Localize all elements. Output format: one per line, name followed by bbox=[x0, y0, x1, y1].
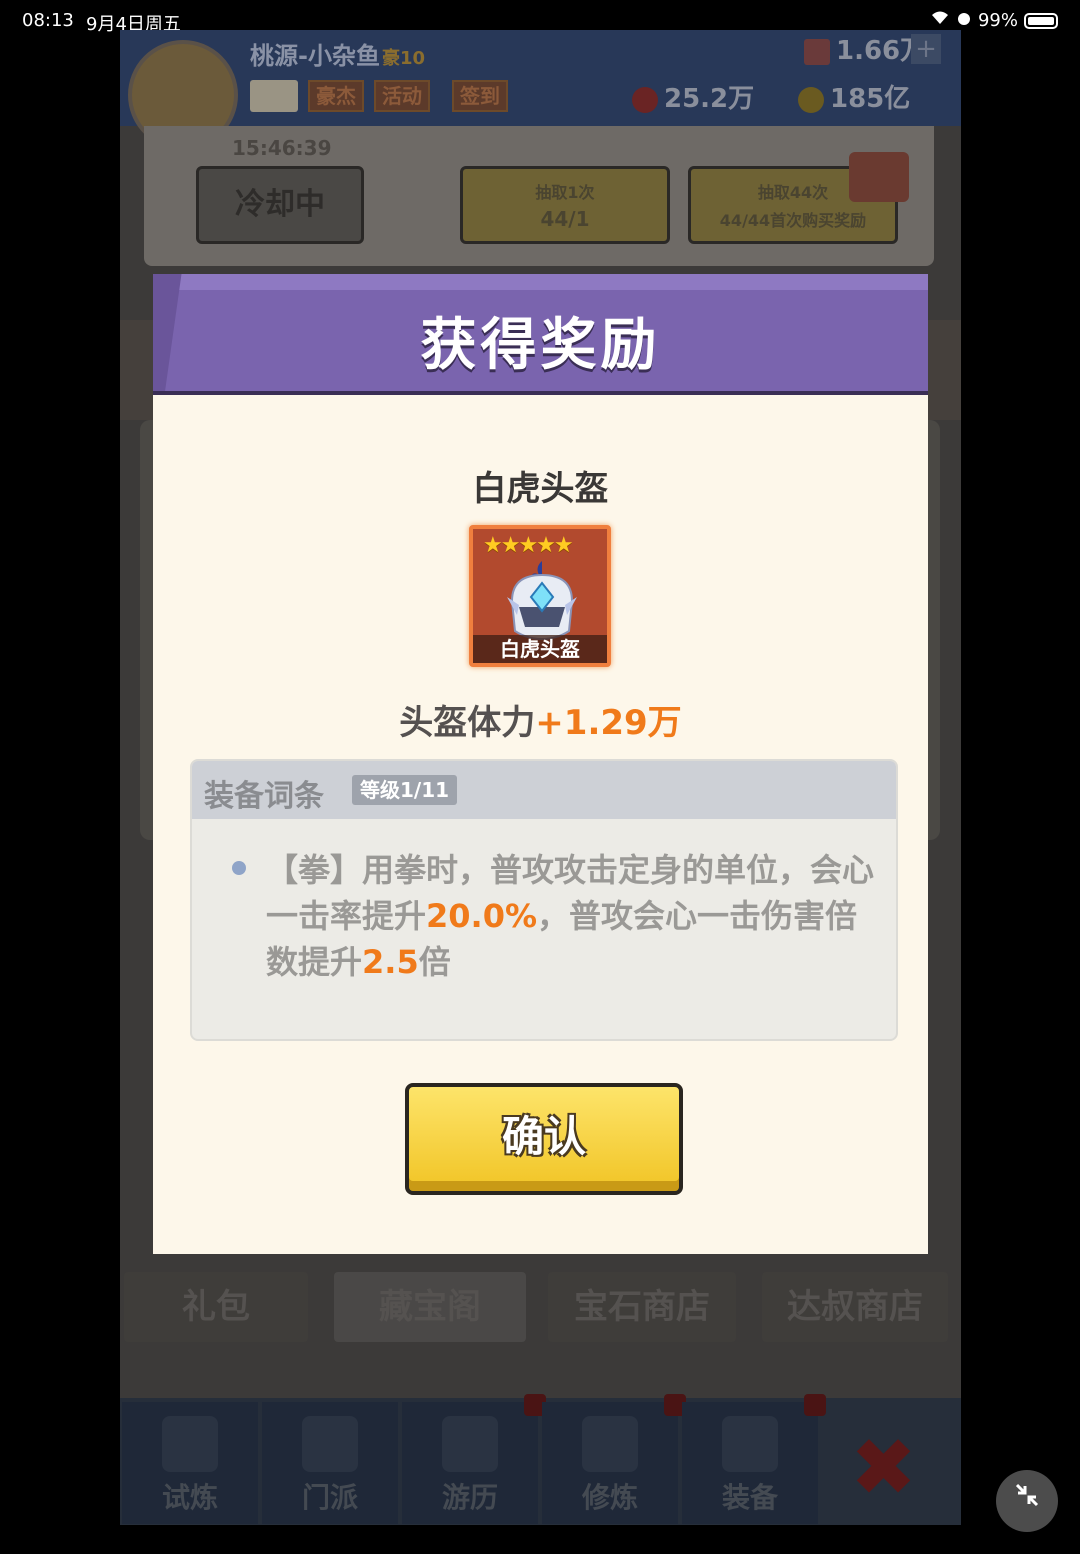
draw-once-cost: 44/1 bbox=[540, 207, 590, 231]
ninja-icon bbox=[162, 1416, 218, 1472]
temple-icon bbox=[302, 1416, 358, 1472]
red-envelope-icon bbox=[632, 86, 658, 113]
scroll-book-icon bbox=[582, 1416, 638, 1472]
draw-once-button[interactable]: 抽取1次 44/1 bbox=[460, 166, 670, 244]
gem-resource: 1.66万 bbox=[804, 30, 926, 67]
nav-cultivate[interactable]: 修炼 bbox=[542, 1394, 686, 1524]
nav-cultivate-label: 修炼 bbox=[581, 1481, 638, 1514]
tab-gift-pack[interactable]: 礼包 bbox=[124, 1272, 308, 1342]
nav-equipment[interactable]: 装备 bbox=[682, 1394, 826, 1524]
player-name-text: 桃源-小杂鱼 bbox=[250, 42, 380, 70]
draw-once-title: 抽取1次 bbox=[535, 183, 595, 202]
battery-icon bbox=[1024, 12, 1058, 29]
gold-resource: 185亿 bbox=[798, 78, 910, 115]
item-name: 白虎头盔 bbox=[472, 469, 609, 509]
affix-level-badge: 等级1/11 bbox=[352, 775, 458, 805]
stat-value: +1.29万 bbox=[535, 703, 682, 743]
tag-activity[interactable]: 活动 bbox=[374, 80, 430, 112]
affix-title: 装备词条 bbox=[204, 779, 324, 814]
confirm-button[interactable]: 确认 bbox=[405, 1083, 683, 1195]
battery-percent: 99% bbox=[977, 10, 1018, 31]
modal-body: 白虎头盔 ★★★★★ 白虎头盔 头盔体力+1.29万 装备词条 等级1/11 【… bbox=[153, 395, 928, 1254]
red-resource: 25.2万 bbox=[632, 78, 754, 115]
tag-checkin[interactable]: 签到 bbox=[452, 80, 508, 112]
nav-sect[interactable]: 门派 bbox=[262, 1402, 398, 1524]
modal-title: 获得奖励 bbox=[420, 313, 661, 378]
affix-highlight-multiplier: 2.5 bbox=[362, 943, 419, 981]
nav-travel-label: 游历 bbox=[441, 1481, 498, 1514]
nav-trial[interactable]: 试炼 bbox=[122, 1402, 258, 1524]
nav-sect-label: 门派 bbox=[301, 1481, 358, 1514]
bottom-nav: 试炼 门派 游历 修炼 装备 ✖ bbox=[120, 1394, 961, 1525]
red-value: 25.2万 bbox=[664, 84, 755, 114]
helmet-icon bbox=[507, 561, 577, 641]
shop-tabs: 礼包 藏宝阁 宝石商店 达叔商店 bbox=[120, 1270, 961, 1346]
draw-many-cost: 44/44首次购买奖励 bbox=[719, 211, 867, 230]
cooldown-button[interactable]: 冷却中 bbox=[196, 166, 364, 244]
status-time: 08:13 bbox=[22, 10, 74, 31]
nav-equipment-label: 装备 bbox=[721, 1481, 778, 1514]
stat-label: 头盔体力 bbox=[399, 703, 536, 743]
stat-line: 头盔体力+1.29万 bbox=[153, 695, 928, 744]
collapse-arrows-icon bbox=[1015, 1483, 1039, 1507]
nav-trial-label: 试炼 bbox=[161, 1481, 218, 1514]
affix-header: 装备词条 等级1/11 bbox=[192, 761, 896, 819]
affix-text-3: 倍 bbox=[418, 943, 451, 981]
affix-highlight-rate: 20.0% bbox=[426, 897, 538, 935]
notification-dot bbox=[804, 1394, 826, 1416]
reward-modal: 获得奖励 白虎头盔 ★★★★★ 白虎头盔 头盔体力+1.29万 装备词条 等级1… bbox=[153, 274, 928, 1254]
gold-value: 185亿 bbox=[830, 84, 911, 114]
affix-box: 装备词条 等级1/11 【拳】用拳时，普攻攻击定身的单位，会心一击率提升20.0… bbox=[190, 759, 898, 1041]
tab-treasure-pavilion[interactable]: 藏宝阁 bbox=[334, 1272, 526, 1342]
item-card-label: 白虎头盔 bbox=[473, 635, 607, 663]
minimize-window-button[interactable] bbox=[996, 1470, 1058, 1532]
tab-uncle-shop[interactable]: 达叔商店 bbox=[762, 1272, 948, 1342]
gold-coin-icon bbox=[798, 86, 824, 113]
landscape-icon bbox=[442, 1416, 498, 1472]
star-rating: ★★★★★ bbox=[483, 533, 574, 558]
item-card[interactable]: ★★★★★ 白虎头盔 bbox=[469, 525, 611, 667]
bullet-icon bbox=[232, 861, 246, 875]
modal-header: 获得奖励 bbox=[153, 274, 928, 395]
tab-gem-shop[interactable]: 宝石商店 bbox=[548, 1272, 736, 1342]
player-name: 桃源-小杂鱼 豪10 bbox=[250, 36, 425, 71]
alarm-icon bbox=[956, 10, 972, 31]
affix-description: 【拳】用拳时，普攻攻击定身的单位，会心一击率提升20.0%，普攻会心一击伤害倍数… bbox=[266, 847, 876, 985]
gem-icon bbox=[804, 38, 830, 65]
game-topbar: 桃源-小杂鱼 豪10 豪杰 活动 签到 1.66万 + 25.2万 185亿 bbox=[120, 30, 961, 126]
add-gem-button[interactable]: + bbox=[911, 34, 941, 64]
draw-panel: 15:46:39 冷却中 抽取1次 44/1 抽取44次 44/44首次购买奖励 bbox=[144, 126, 934, 266]
close-icon[interactable]: ✖ bbox=[850, 1428, 917, 1508]
wifi-icon bbox=[930, 10, 950, 31]
vip-badge: 豪10 bbox=[381, 48, 426, 69]
treasure-chest-icon bbox=[849, 152, 909, 202]
status-right: 99% bbox=[930, 10, 1058, 31]
cooldown-timer: 15:46:39 bbox=[232, 136, 332, 160]
tag-hero[interactable]: 豪杰 bbox=[308, 80, 364, 112]
sword-icon bbox=[722, 1416, 778, 1472]
mail-icon[interactable] bbox=[250, 80, 298, 112]
nav-travel[interactable]: 游历 bbox=[402, 1394, 546, 1524]
